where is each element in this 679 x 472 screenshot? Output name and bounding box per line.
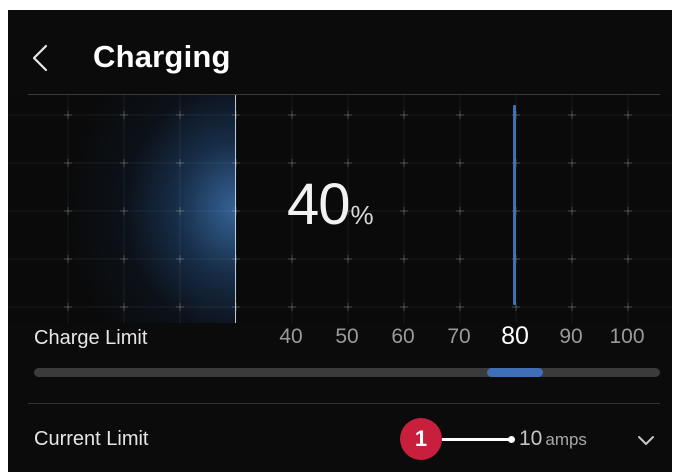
- charge-limit-option-40[interactable]: 40: [279, 325, 302, 349]
- current-limit-unit: amps: [545, 430, 587, 449]
- charge-limit-option-70[interactable]: 70: [447, 325, 470, 349]
- battery-level-value: 40: [287, 172, 351, 237]
- charge-limit-slider-thumb[interactable]: [487, 368, 543, 377]
- back-button[interactable]: [28, 40, 54, 76]
- page-title: Charging: [93, 39, 231, 74]
- chevron-down-icon: [638, 436, 654, 445]
- battery-fill-edge: [235, 95, 236, 323]
- charge-limit-option-60[interactable]: 60: [391, 325, 414, 349]
- callout-badge: 1: [400, 418, 442, 460]
- charge-limit-option-100[interactable]: 100: [609, 325, 644, 349]
- current-limit-label: Current Limit: [34, 428, 149, 450]
- charge-limit-slider-track[interactable]: [34, 368, 660, 377]
- callout-leader-dot: [508, 436, 515, 443]
- charge-limit-option-90[interactable]: 90: [559, 325, 582, 349]
- battery-level-unit: %: [350, 200, 374, 230]
- callout-leader-line: [442, 438, 512, 441]
- current-limit-dropdown[interactable]: [636, 434, 656, 448]
- charge-limit-option-50[interactable]: 50: [335, 325, 358, 349]
- charging-screen: Charging 40% Charge Limit 40 50 60 70 80 90 10…: [8, 10, 672, 472]
- current-limit-number: 10: [519, 427, 543, 450]
- header: Charging: [8, 10, 672, 94]
- charge-limit-label: Charge Limit: [34, 327, 148, 349]
- battery-percentage: 40%: [287, 171, 374, 238]
- row-divider: [28, 403, 660, 404]
- current-limit-value[interactable]: 10 amps: [519, 427, 587, 451]
- battery-visual: 40%: [8, 95, 672, 323]
- chevron-left-icon: [32, 44, 48, 72]
- callout-number: 1: [414, 426, 428, 451]
- charge-limit-marker: [513, 105, 516, 305]
- charge-limit-option-80[interactable]: 80: [501, 322, 529, 351]
